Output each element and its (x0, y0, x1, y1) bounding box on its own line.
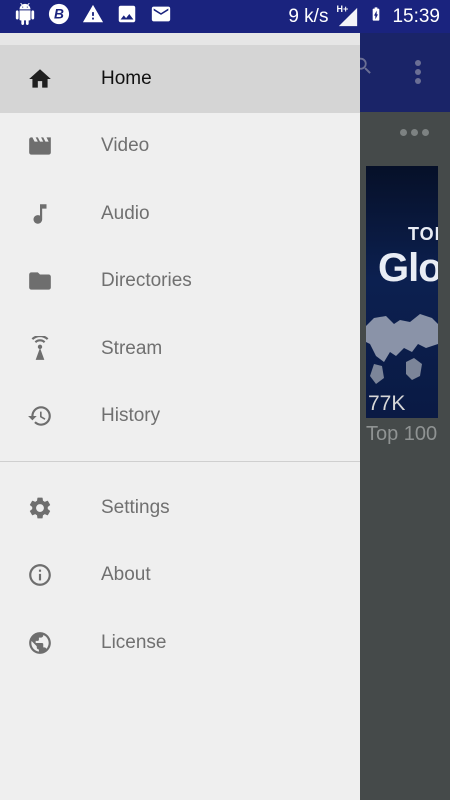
battery-charging-icon (368, 2, 384, 32)
folder-icon (26, 267, 54, 295)
android-icon (14, 3, 36, 30)
gear-icon (26, 494, 54, 522)
nav-item-about[interactable]: About (0, 542, 360, 610)
nav-item-stream[interactable]: Stream (0, 315, 360, 383)
nav-item-label: Stream (101, 337, 163, 359)
world-map-image (366, 314, 438, 384)
more-vert-icon (415, 60, 421, 84)
globe-icon (26, 629, 54, 657)
music-note-icon (26, 200, 54, 228)
nav-item-label: License (101, 631, 167, 653)
overflow-dots-icon (400, 129, 429, 136)
email-icon (150, 3, 172, 30)
image-icon (116, 3, 138, 30)
nav-item-directories[interactable]: Directories (0, 248, 360, 316)
view-count: 77K (368, 392, 406, 415)
nav-item-video[interactable]: Video (0, 113, 360, 181)
background-app: TOP Glo 77K Top 100 (360, 33, 450, 800)
nav-item-home[interactable]: Home (0, 45, 360, 113)
search-icon (360, 57, 371, 74)
history-icon (26, 402, 54, 430)
nav-item-audio[interactable]: Audio (0, 180, 360, 248)
nav-item-history[interactable]: History (0, 383, 360, 451)
network-speed: 9 k/s (288, 5, 329, 27)
navigation-drawer: Home Video Audio Directories Stream Hist… (0, 33, 360, 800)
nav-item-label: Directories (101, 270, 192, 292)
playlist-thumbnail: TOP Glo 77K (366, 166, 438, 418)
home-icon (26, 65, 54, 93)
nav-item-label: Settings (101, 496, 170, 518)
nav-item-label: Audio (101, 202, 150, 224)
status-bar: B 9 k/s H+ 15:39 (0, 0, 450, 33)
drawer-divider (0, 461, 360, 462)
playlist-caption: Top 100 (366, 423, 438, 445)
clock: 15:39 (392, 5, 440, 27)
clapperboard-icon (26, 132, 54, 160)
antenna-icon (26, 335, 54, 363)
b-icon: B (48, 3, 70, 30)
background-toolbar (360, 33, 450, 112)
thumbnail-text-top: TOP (408, 224, 438, 244)
nav-item-label: Home (101, 67, 152, 89)
svg-text:B: B (54, 7, 64, 22)
info-icon (26, 561, 54, 589)
signal-icon: H+ (336, 4, 360, 28)
nav-item-license[interactable]: License (0, 609, 360, 677)
nav-item-label: Video (101, 135, 150, 157)
nav-item-label: History (101, 405, 161, 427)
nav-item-label: About (101, 564, 151, 586)
nav-item-settings[interactable]: Settings (0, 474, 360, 542)
thumbnail-text-big: Glo (378, 246, 438, 290)
drawer-header (0, 33, 360, 45)
warning-icon (82, 3, 104, 30)
